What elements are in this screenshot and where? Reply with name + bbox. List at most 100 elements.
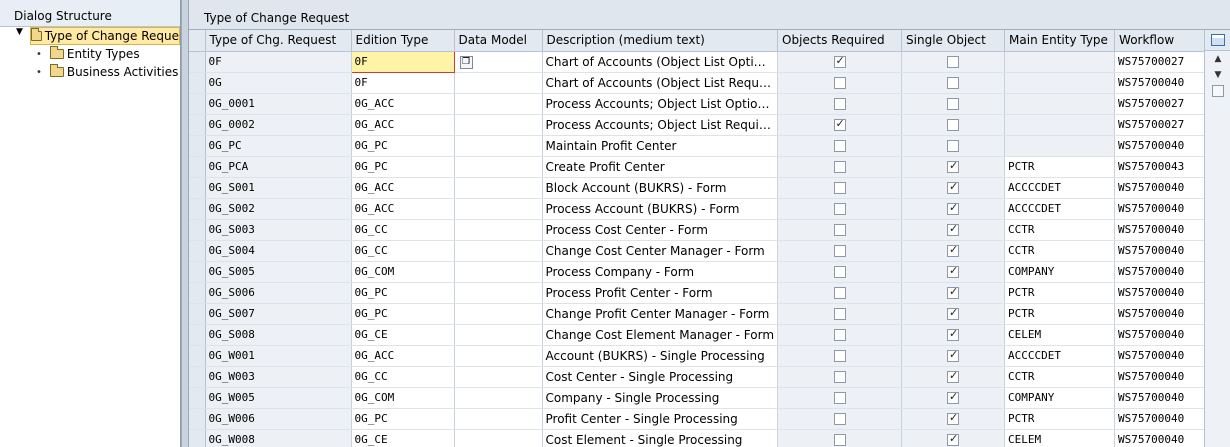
cell-single-object[interactable] xyxy=(901,303,1006,325)
single-object-checkbox[interactable] xyxy=(947,306,960,320)
cell-workflow[interactable]: WS75700040 xyxy=(1114,177,1219,199)
objects-required-checkbox[interactable] xyxy=(833,182,846,194)
table-row[interactable]: 0G_0002 0G_ACC Process Accounts; Object Li… xyxy=(189,114,1219,136)
cell-description[interactable]: Block Account (BUKRS) - Form xyxy=(542,177,779,199)
cell-objects-required[interactable] xyxy=(777,240,903,262)
cell-workflow[interactable]: WS75700027 xyxy=(1114,114,1219,136)
cell-single-object[interactable] xyxy=(901,366,1006,388)
cell-workflow[interactable]: WS75700040 xyxy=(1114,366,1219,388)
cell-objects-required[interactable] xyxy=(777,135,903,157)
table-row[interactable]: 0G_W006 0G_PC Profit Center - Single Proce… xyxy=(189,408,1219,430)
cell-data-model[interactable] xyxy=(454,219,543,241)
cell-description[interactable]: Process Company - Form xyxy=(542,261,779,283)
column-header[interactable]: Type of Chg. Request xyxy=(205,30,352,52)
cell-data-model[interactable] xyxy=(454,198,543,220)
cell-edition-type[interactable]: 0G_ACC xyxy=(351,177,455,199)
cell-change-request-type[interactable]: 0G_W008 xyxy=(205,429,352,447)
single-object-checkbox[interactable] xyxy=(947,98,960,110)
cell-objects-required[interactable] xyxy=(777,366,903,388)
cell-main-entity-type[interactable]: PCTR xyxy=(1004,303,1116,325)
row-selector[interactable] xyxy=(189,408,206,430)
cell-description[interactable]: Process Account (BUKRS) - Form xyxy=(542,198,779,220)
cell-edition-type[interactable]: 0G_PC xyxy=(351,303,455,325)
panel-splitter[interactable] xyxy=(181,0,189,447)
cell-workflow[interactable]: WS75700040 xyxy=(1114,324,1219,346)
row-selector[interactable] xyxy=(189,282,206,304)
cell-data-model[interactable] xyxy=(454,387,543,409)
cell-description[interactable]: Create Profit Center xyxy=(542,156,779,178)
table-row[interactable]: 0G_0001 0G_ACC Process Accounts; Object Li… xyxy=(189,93,1219,115)
cell-main-entity-type[interactable]: COMPANY xyxy=(1004,261,1116,283)
column-header[interactable]: Workflow xyxy=(1114,30,1219,52)
cell-main-entity-type[interactable]: PCTR xyxy=(1004,282,1116,304)
cell-workflow[interactable]: WS75700040 xyxy=(1114,261,1219,283)
cell-change-request-type[interactable]: 0G_W006 xyxy=(205,408,352,430)
cell-data-model[interactable]: ❐ xyxy=(454,51,543,73)
row-selector[interactable] xyxy=(189,261,206,283)
objects-required-checkbox[interactable] xyxy=(833,245,846,257)
cell-objects-required[interactable] xyxy=(777,324,903,346)
table-row[interactable]: 0G_S008 0G_CE Change Cost Element Manager … xyxy=(189,324,1219,346)
objects-required-checkbox[interactable] xyxy=(833,266,846,278)
cell-data-model[interactable] xyxy=(454,177,543,199)
row-selector[interactable] xyxy=(189,240,206,262)
cell-description[interactable]: Process Accounts; Object List Requi… xyxy=(542,114,779,136)
cell-description[interactable]: Change Profit Center Manager - Form xyxy=(542,303,779,325)
cell-change-request-type[interactable]: 0G_W003 xyxy=(205,366,352,388)
cell-change-request-type[interactable]: 0G_S002 xyxy=(205,198,352,220)
objects-required-checkbox[interactable] xyxy=(833,140,846,152)
row-selector[interactable] xyxy=(189,177,206,199)
cell-data-model[interactable] xyxy=(454,282,543,304)
cell-edition-type[interactable]: 0G_ACC xyxy=(351,345,455,367)
cell-single-object[interactable] xyxy=(901,156,1006,178)
cell-main-entity-type[interactable]: CELEM xyxy=(1004,429,1116,447)
cell-single-object[interactable] xyxy=(901,135,1006,157)
cell-workflow[interactable]: WS75700040 xyxy=(1114,198,1219,220)
single-object-checkbox[interactable] xyxy=(947,159,960,173)
cell-description[interactable]: Account (BUKRS) - Single Processing xyxy=(542,345,779,367)
scroll-up-icon[interactable]: ▲ xyxy=(1205,51,1230,67)
cell-workflow[interactable]: WS75700043 xyxy=(1114,156,1219,178)
cell-change-request-type[interactable]: 0G_PCA xyxy=(205,156,352,178)
objects-required-checkbox[interactable] xyxy=(833,392,846,404)
column-header[interactable]: Data Model xyxy=(454,30,543,52)
cell-single-object[interactable] xyxy=(901,72,1006,94)
cell-objects-required[interactable] xyxy=(777,303,903,325)
cell-main-entity-type[interactable] xyxy=(1004,135,1116,157)
column-header[interactable]: Objects Required xyxy=(777,30,903,52)
cell-description[interactable]: Chart of Accounts (Object List Requ… xyxy=(542,72,779,94)
cell-data-model[interactable] xyxy=(454,303,543,325)
single-object-checkbox[interactable] xyxy=(947,180,960,194)
cell-data-model[interactable] xyxy=(454,240,543,262)
row-selector[interactable] xyxy=(189,324,206,346)
cell-single-object[interactable] xyxy=(901,198,1006,220)
cell-single-object[interactable] xyxy=(901,324,1006,346)
cell-change-request-type[interactable]: 0G_W005 xyxy=(205,387,352,409)
scroll-thumb[interactable] xyxy=(1211,85,1224,97)
cell-edition-type[interactable]: 0G_PC xyxy=(351,408,455,430)
single-object-checkbox[interactable] xyxy=(947,285,960,299)
objects-required-checkbox[interactable] xyxy=(833,329,846,341)
row-selector[interactable] xyxy=(189,366,206,388)
cell-edition-type[interactable]: 0G_ACC xyxy=(351,198,455,220)
table-row[interactable]: 0F 0F ❐ Chart of Accounts (Object List Opti… xyxy=(189,50,1219,73)
cell-change-request-type[interactable]: 0G_S007 xyxy=(205,303,352,325)
column-header[interactable]: Edition Type xyxy=(351,30,455,52)
cell-workflow[interactable]: WS75700040 xyxy=(1114,345,1219,367)
row-selector-header[interactable] xyxy=(189,30,206,52)
cell-edition-type[interactable]: 0G_PC xyxy=(351,282,455,304)
objects-required-checkbox[interactable] xyxy=(833,287,846,299)
cell-objects-required[interactable] xyxy=(777,387,903,409)
cell-description[interactable]: Process Accounts; Object List Optio… xyxy=(542,93,779,115)
cell-objects-required[interactable] xyxy=(777,345,903,367)
row-selector[interactable] xyxy=(189,114,206,136)
cell-description[interactable]: Cost Element - Single Processing xyxy=(542,429,779,447)
scroll-down-icon[interactable]: ▼ xyxy=(1205,67,1230,83)
cell-main-entity-type[interactable]: CCTR xyxy=(1004,366,1116,388)
cell-objects-required[interactable] xyxy=(777,261,903,283)
cell-workflow[interactable]: WS75700040 xyxy=(1114,219,1219,241)
cell-main-entity-type[interactable]: ACCCCDET xyxy=(1004,198,1116,220)
cell-change-request-type[interactable]: 0G_S006 xyxy=(205,282,352,304)
cell-change-request-type[interactable]: 0G_PC xyxy=(205,135,352,157)
objects-required-checkbox[interactable] xyxy=(833,77,846,89)
